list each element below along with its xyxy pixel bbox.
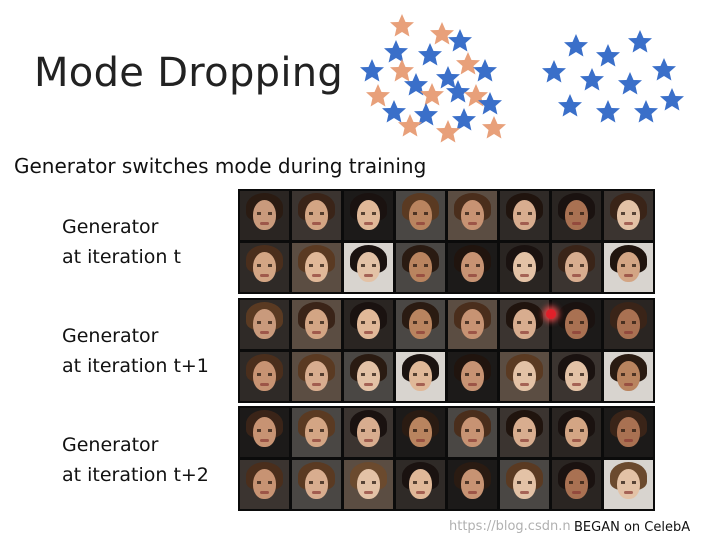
generator-label-line2: at iteration t+1 (62, 355, 209, 377)
face-thumbnail (500, 243, 549, 292)
face-thumbnail (396, 460, 445, 509)
slide-subtitle: Generator switches mode during training (14, 154, 427, 178)
face-thumbnail (552, 300, 601, 349)
generator-label-line1: Generator (62, 325, 159, 347)
face-thumbnail (292, 352, 341, 401)
face-thumbnail (552, 191, 601, 240)
generated-star-cluster (542, 30, 684, 123)
face-thumbnail (396, 408, 445, 457)
face-thumbnail (500, 300, 549, 349)
face-thumbnail (292, 408, 341, 457)
face-thumbnail (240, 460, 289, 509)
face-thumbnail (448, 243, 497, 292)
face-thumbnail (240, 408, 289, 457)
face-thumbnail (604, 300, 653, 349)
face-thumbnail (292, 460, 341, 509)
generator-label-t: Generator at iteration t (62, 212, 181, 272)
face-thumbnail (292, 191, 341, 240)
generator-label-line1: Generator (62, 216, 159, 238)
face-sample-grid-t (238, 189, 655, 294)
generator-label-t2: Generator at iteration t+2 (62, 430, 209, 490)
face-thumbnail (604, 460, 653, 509)
face-thumbnail (396, 352, 445, 401)
face-thumbnail (344, 300, 393, 349)
face-thumbnail (448, 352, 497, 401)
slide-title: Mode Dropping (34, 50, 344, 96)
face-thumbnail (396, 243, 445, 292)
face-thumbnail (396, 191, 445, 240)
face-thumbnail (500, 352, 549, 401)
face-thumbnail (500, 191, 549, 240)
face-thumbnail (344, 352, 393, 401)
face-thumbnail (344, 243, 393, 292)
generator-label-line2: at iteration t+2 (62, 464, 209, 486)
face-thumbnail (552, 460, 601, 509)
face-thumbnail (344, 460, 393, 509)
mixed-star-cluster (360, 14, 506, 143)
face-thumbnail (396, 300, 445, 349)
generator-label-line1: Generator (62, 434, 159, 456)
face-thumbnail (344, 408, 393, 457)
face-thumbnail (604, 191, 653, 240)
face-sample-grid-t2 (238, 406, 655, 511)
face-thumbnail (292, 300, 341, 349)
face-thumbnail (240, 191, 289, 240)
face-sample-grid-t1 (238, 298, 655, 403)
slide: Mode Dropping Generator switches mode du… (0, 0, 717, 547)
face-thumbnail (448, 191, 497, 240)
face-thumbnail (344, 191, 393, 240)
face-thumbnail (604, 243, 653, 292)
mode-illustration (360, 14, 684, 143)
face-thumbnail (604, 352, 653, 401)
generator-label-line2: at iteration t (62, 246, 181, 268)
face-thumbnail (448, 300, 497, 349)
face-thumbnail (552, 352, 601, 401)
image-credit: BEGAN on CelebA (574, 520, 691, 535)
face-thumbnail (448, 408, 497, 457)
laser-pointer-dot (546, 309, 556, 319)
watermark: https://blog.csdn.n (449, 519, 571, 534)
face-thumbnail (240, 243, 289, 292)
generator-label-t1: Generator at iteration t+1 (62, 321, 209, 381)
face-thumbnail (240, 352, 289, 401)
face-thumbnail (448, 460, 497, 509)
face-thumbnail (500, 408, 549, 457)
face-thumbnail (604, 408, 653, 457)
face-thumbnail (500, 460, 549, 509)
face-thumbnail (240, 300, 289, 349)
face-thumbnail (552, 243, 601, 292)
face-thumbnail (292, 243, 341, 292)
face-thumbnail (552, 408, 601, 457)
